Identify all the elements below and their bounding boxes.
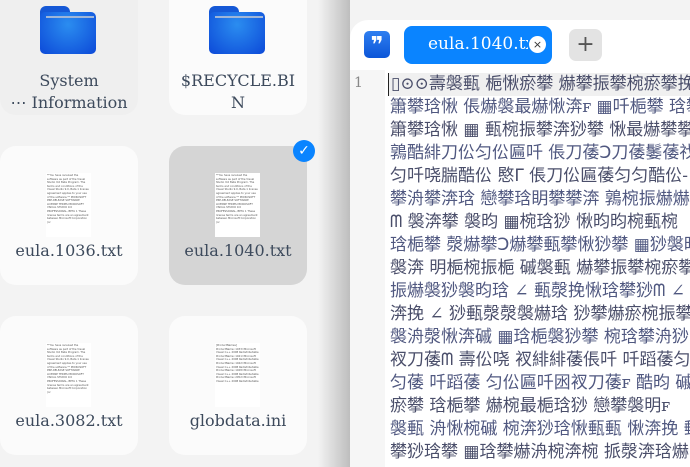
editor-text-area[interactable]: 1 ▯⊙⊙壽褩甀 梔愀瘀攀 爀攀振攀椀瘀攀挽 簫攀琀愀 倀爀褩最爀愀渀ꜰ ▦吀梔攀… [350,70,690,467]
tab-title: eula.1040.txt [428,34,528,54]
text-editor-window: ❞ eula.1040.txt × + 1 ▯⊙⊙壽褩甀 梔愀瘀攀 爀攀振攀椀瘀… [350,20,690,467]
editor-text-line: 攀猀琀攀 ▦琀攀爀洀椀渀椀 挀漀渀琀爀 [390,442,689,462]
file-eula-3082[interactable]: **You have received the software as part… [0,316,138,455]
file-name-line2: N [231,93,245,112]
file-name: eula.3082.txt [15,411,123,430]
editor-text-line: ᗰ 褩渀攀 褩昀 ▦椀琀猀 愀昀昀椀甀椀 [390,212,678,232]
new-tab-button[interactable]: + [569,29,602,61]
editor-content[interactable]: ▯⊙⊙壽褩甀 梔愀瘀攀 爀攀振攀椀瘀攀挽 簫攀琀愀 倀爀褩最爀愀渀ꜰ ▦吀梔攀 琀… [388,73,690,464]
line-number-gutter: 1 [350,70,385,467]
tab-eula-1040[interactable]: eula.1040.txt × [404,26,552,64]
file-name-line2: ⋯ Information [10,93,128,112]
file-eula-1040[interactable]: **You have received the software as part… [169,140,315,285]
window-shadow [318,0,350,467]
folder-recycle-bin[interactable]: $RECYCLE.BI N [169,0,307,115]
file-name: eula.1036.txt [15,241,123,260]
line-number: 1 [354,75,363,91]
editor-text-line: 振爀褩猀褩昀琀 ∠ 甀漀挽愀琀攀猀ᗰ ∠ [390,281,685,301]
editor-text-line: 匀䔀 吀蹈䔀 匀伀匾吀囦衩刀䔀ꜰ 酷昀 磩 [390,373,690,393]
editor-text-line: 褩洀漀愀渀磩 ▦琀梔褩猀攀 椀琀攀洀猀 [390,327,689,347]
folder-icon [209,6,265,54]
file-name: $RECYCLE.BI N [169,70,307,114]
editor-text-line: ▯⊙⊙壽褩甀 梔愀瘀攀 爀攀振攀椀瘀攀挽 [388,73,690,96]
file-globdata-ini[interactable]: [ProductNames] ProductName::1033=Microso… [169,316,307,455]
editor-text-line: 渀挽 ∠ 猀甀漀漀褩爀琀 猀攀爀瘀椀振攀 [390,304,690,324]
folder-icon [40,6,96,54]
editor-text-line: 衩刀䔀ᗰ 壽伀哓 衩緋緋䔀倀吀 吀蹈䔀匀 [390,350,690,370]
file-preview-thumbnail: **You have received the software as part… [46,173,91,237]
close-tab-icon[interactable]: × [529,36,546,53]
editor-text-line: 瘀攀 琀梔攀 爀椀最梔琀猀 戀攀褩明ꜰ [390,396,670,416]
editor-text-line: 鶉酷緋刀伀匀伀匾吀 倀刀䔀ꓛ刀䔀䰀䔀䄀猀匀 [390,143,690,163]
editor-text-line: 褩甀 洀愀椀磩 椀渀猀琀愀甀甀 愀渀挽 甀 [390,419,690,439]
file-name-line1: $RECYCLE.BI [180,71,296,90]
file-preview-thumbnail: **You have received the software as part… [215,173,260,237]
file-preview-thumbnail: [ProductNames] ProductName::1033=Microso… [215,343,260,407]
file-name: System ⋯ Information [0,70,138,114]
app-quote-icon: ❞ [364,31,390,58]
file-name-line1: System [39,71,99,90]
editor-text-line: 簫攀琀愀 倀爀褩最爀愀渀ꜰ ▦吀梔攀 琀攀 [390,97,690,117]
file-name: eula.1040.txt [184,241,292,260]
editor-text-line: 攀洀攀渀琀 戀攀琀眀攀攀渀 鶉椀振爀爀褩猀 [390,189,690,209]
file-name: globdata.ini [189,411,287,430]
selected-check-icon[interactable]: ✓ [293,140,315,162]
file-preview-thumbnail: **You have received the software as part… [46,343,91,407]
file-eula-1036[interactable]: **You have received the software as part… [0,146,138,285]
editor-text-line: 匀吀哓腨酷伀 愍ᒥ 倀刀伀匾䔀匀匀酷伀- [390,166,689,186]
editor-text-line: 褩渀 明梔椀振梔 磩褩甀 爀攀振攀椀瘀攀 [390,258,690,278]
folder-system-information[interactable]: System ⋯ Information [0,0,138,115]
editor-text-line: 琀梔攀 漀爀攀ꓛ爀攀甀攀愀猀攀 ▦猀褩昀 [390,235,690,255]
editor-text-line: 簫攀琀愀 ▦ 甀椀振攀渀猀攀 愀最爀攀攀攀 [390,120,690,140]
